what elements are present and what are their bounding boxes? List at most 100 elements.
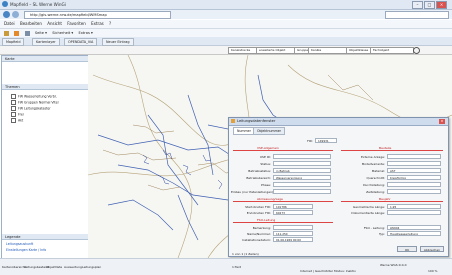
command-security[interactable]: Sicherheit ▾ bbox=[52, 29, 73, 37]
tab-new-entry[interactable]: Neuer Eintrag bbox=[102, 38, 134, 46]
field-value[interactable] bbox=[273, 225, 313, 230]
feed-icon[interactable] bbox=[14, 30, 20, 36]
status-tab[interactable]: Auswertung bbox=[64, 265, 82, 269]
field-value[interactable]: 01.06.1969 00:00 bbox=[273, 237, 313, 242]
field-value[interactable] bbox=[387, 182, 441, 187]
layer-item[interactable]: FW Gruppen Normal Vitel bbox=[11, 100, 58, 105]
tab-bar: Mapfield Kartenlayer OPENDATA_ViA Neuer … bbox=[0, 37, 452, 46]
combo-kanalstrecke[interactable]: Kanalstrecke bbox=[228, 47, 258, 54]
menu-favoriten[interactable]: Favoriten bbox=[67, 20, 86, 28]
field-label: Durchstellung: bbox=[363, 183, 385, 187]
home-icon[interactable] bbox=[4, 30, 9, 36]
legend-item[interactable]: Leitungsauskunft bbox=[6, 242, 33, 246]
panel-header-themen[interactable]: Themen bbox=[2, 84, 88, 90]
dialog-title: Leitungsdatenfenster bbox=[237, 119, 276, 123]
layer-item[interactable]: FW Wasserleitung Verbr. bbox=[11, 94, 57, 99]
address-bar: http://gis-werne.nrw.de/mapfield/WMSmap bbox=[0, 10, 452, 19]
field-label: End-Knoten FID: bbox=[246, 211, 271, 215]
field-value[interactable]: 60273 bbox=[273, 210, 313, 215]
tab-mapfield[interactable]: Mapfield bbox=[2, 38, 25, 46]
minimize-button[interactable]: – bbox=[412, 1, 423, 9]
layer-item[interactable]: Frei bbox=[11, 112, 24, 117]
field-label: Name/Nummer: bbox=[247, 232, 271, 236]
section-divider bbox=[341, 150, 443, 151]
browser-titlebar: Mapfield – SL Werne WinGi – □ × bbox=[0, 0, 452, 10]
scale-text: 1:Text bbox=[232, 265, 241, 269]
field-value[interactable] bbox=[387, 210, 441, 215]
field-value[interactable]: 1,95 bbox=[387, 204, 441, 209]
search-icon[interactable] bbox=[413, 47, 420, 54]
command-page[interactable]: Seite ▾ bbox=[35, 29, 47, 37]
field-label: Modellvariante: bbox=[361, 162, 385, 166]
field-label: Status: bbox=[260, 162, 271, 166]
field-value[interactable] bbox=[387, 154, 441, 159]
layer-item[interactable]: FW Leitungskataster bbox=[11, 106, 51, 111]
section-divider bbox=[233, 201, 333, 202]
section-divider bbox=[341, 201, 443, 202]
combo-objektklasse[interactable]: Objektklasse bbox=[346, 47, 372, 54]
menu-help[interactable]: ? bbox=[109, 20, 111, 28]
menu-ansicht[interactable]: Ansicht bbox=[47, 20, 62, 28]
field-value[interactable] bbox=[273, 189, 331, 194]
combo-kanaele[interactable]: Kanäle bbox=[308, 47, 348, 54]
field-value[interactable]: Wasserversorgung bbox=[273, 175, 331, 180]
fid-field[interactable]: 149931 bbox=[315, 138, 337, 143]
field-value[interactable]: Hauptwasserleitung bbox=[387, 231, 441, 236]
panel-header-karte: Karte bbox=[2, 56, 88, 62]
menu-datei[interactable]: Datei bbox=[4, 20, 15, 28]
field-label: Material: bbox=[371, 169, 385, 173]
field-value[interactable]: AST bbox=[387, 168, 441, 173]
section-divider bbox=[233, 150, 333, 151]
field-label: Phase: bbox=[261, 183, 271, 187]
field-value[interactable]: Kreisförmig bbox=[387, 175, 441, 180]
url-field[interactable]: http://gis-werne.nrw.de/mapfield/WMSmap bbox=[24, 11, 171, 19]
tab-nummer[interactable]: Nummer bbox=[233, 127, 255, 135]
combo-objekt[interactable]: erweiterte Objekt bbox=[256, 47, 296, 54]
ok-button[interactable]: OK bbox=[397, 246, 417, 252]
tab-objektnummer[interactable]: Objektnummer bbox=[253, 127, 285, 135]
dialog-icon bbox=[231, 119, 235, 123]
ie-logo-icon bbox=[2, 1, 8, 7]
field-value[interactable] bbox=[387, 161, 441, 166]
combo-fachobjekt[interactable]: Fachobjekt bbox=[370, 47, 414, 54]
field-label: Start-Knoten FID: bbox=[245, 205, 271, 209]
forward-button[interactable] bbox=[12, 11, 19, 18]
close-button[interactable]: × bbox=[436, 1, 447, 9]
app-toolbar: Kanalstrecke erweiterte Objekt Gruppe Ka… bbox=[0, 46, 452, 55]
status-bar: Kartenübersicht Leitungsbestand Objektli… bbox=[0, 258, 452, 275]
command-bar: Seite ▾ Sicherheit ▾ Extras ▾ bbox=[0, 29, 452, 37]
layer-item[interactable]: Akt bbox=[11, 118, 23, 123]
search-field[interactable] bbox=[385, 11, 449, 19]
print-icon[interactable] bbox=[24, 30, 30, 36]
maximize-button[interactable]: □ bbox=[424, 1, 435, 9]
back-button[interactable] bbox=[3, 11, 10, 18]
status-tab[interactable]: Kartenübersicht bbox=[2, 265, 26, 269]
legend-item[interactable]: Einstellungen Karte / Info bbox=[6, 248, 46, 252]
tab-opendata[interactable]: OPENDATA_ViA bbox=[64, 38, 98, 46]
field-label: Geometrische Länge: bbox=[352, 205, 385, 209]
dialog-titlebar[interactable]: Leitungsdatenfenster × bbox=[229, 118, 448, 126]
field-value[interactable] bbox=[273, 154, 331, 159]
panel-header-legende[interactable]: Legende bbox=[2, 234, 88, 240]
field-value[interactable]: 101786 bbox=[273, 204, 313, 209]
record-pager: 1 von 1 (1 Zeilen) bbox=[232, 252, 259, 256]
zoom-text[interactable]: 100 % bbox=[428, 269, 438, 273]
field-value[interactable]: 111,250 bbox=[273, 231, 313, 236]
tab-kartenlayer[interactable]: Kartenlayer bbox=[32, 38, 60, 46]
cancel-button[interactable]: Abbrechen bbox=[420, 246, 444, 252]
field-value[interactable] bbox=[273, 161, 331, 166]
field-value[interactable] bbox=[273, 182, 331, 187]
command-extras[interactable]: Extras ▾ bbox=[78, 29, 92, 37]
field-value[interactable]: in Betrieb bbox=[273, 168, 331, 173]
field-value[interactable] bbox=[387, 189, 441, 194]
layer-panel: Karte Themen FW Wasserleitung Verbr. FW … bbox=[1, 55, 89, 259]
field-label: Betriebsstatus: bbox=[248, 169, 271, 173]
status-tab[interactable]: Leitungsplan bbox=[82, 265, 101, 269]
menu-extras[interactable]: Extras bbox=[91, 20, 104, 28]
coords-text: Werne WGS:0.0-0 bbox=[380, 263, 407, 267]
menu-bearbeiten[interactable]: Bearbeiten bbox=[20, 20, 42, 28]
field-label: Externe Anlage: bbox=[361, 155, 385, 159]
status-tab[interactable]: Objektliste bbox=[46, 265, 62, 269]
dialog-close-icon[interactable]: × bbox=[439, 119, 445, 124]
field-value[interactable]: LW604 bbox=[387, 225, 441, 230]
